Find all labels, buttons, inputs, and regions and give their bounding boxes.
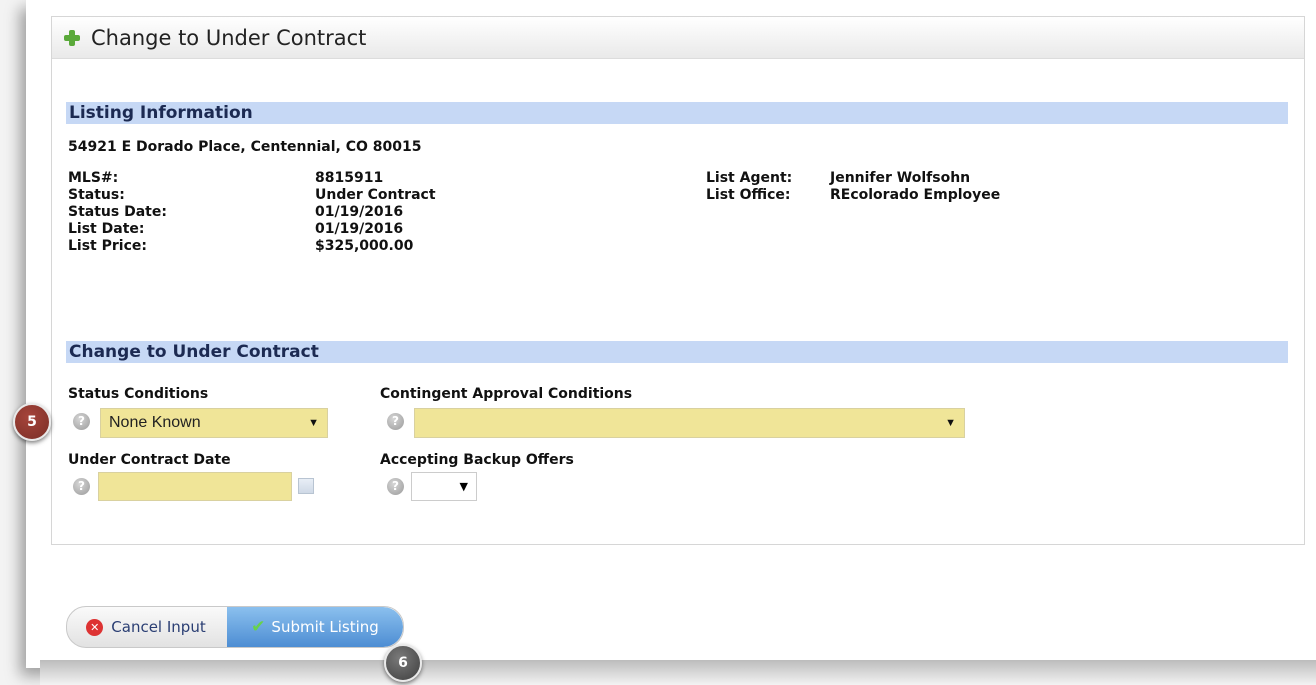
backup-offers-select[interactable]: ▼ [411,472,477,501]
listing-address: 54921 E Dorado Place, Centennial, CO 800… [68,139,422,155]
list-office-value: REcolorado Employee [830,187,1001,203]
chevron-down-icon: ▼ [459,480,468,493]
list-price-label: List Price: [68,238,147,254]
list-office-label: List Office: [706,187,791,203]
chevron-down-icon: ▼ [308,417,319,429]
list-agent-value: Jennifer Wolfsohn [830,170,971,186]
callout-5-badge: 5 [13,403,51,441]
cancel-input-label: Cancel Input [111,618,206,636]
status-conditions-help-icon[interactable]: ? [73,413,90,430]
cancel-icon: ✕ [86,618,104,636]
panel-header[interactable]: Change to Under Contract [52,17,1304,59]
list-agent-label: List Agent: [706,170,793,186]
status-label: Status: [68,187,125,203]
page-bottom-shadow [40,660,1316,685]
status-date-label: Status Date: [68,204,167,220]
backup-offers-label: Accepting Backup Offers [380,452,574,468]
status-conditions-selected: None Known [109,414,201,431]
mls-value: 8815911 [315,170,384,186]
status-conditions-label: Status Conditions [68,386,209,402]
change-section-header: Change to Under Contract [66,341,1288,363]
status-conditions-select[interactable]: None Known ▼ [100,408,328,438]
contingent-label: Contingent Approval Conditions [380,386,633,402]
status-date-value: 01/19/2016 [315,204,404,220]
cancel-input-button[interactable]: ✕ Cancel Input [67,607,225,647]
chevron-down-icon: ▼ [945,417,956,429]
list-date-value: 01/19/2016 [315,221,404,237]
under-contract-date-help-icon[interactable]: ? [73,478,90,495]
callout-6-badge: 6 [384,644,422,682]
listing-info-header: Listing Information [66,102,1288,124]
plus-icon[interactable] [61,27,83,49]
panel-title: Change to Under Contract [91,25,367,50]
action-button-group: ✕ Cancel Input ✔ Submit Listing [66,606,404,648]
contingent-help-icon[interactable]: ? [387,413,404,430]
submit-listing-button[interactable]: ✔ Submit Listing [227,607,403,647]
submit-listing-label: Submit Listing [271,618,379,636]
contingent-select[interactable]: ▼ [414,408,965,438]
mls-label: MLS#: [68,170,119,186]
under-contract-date-input[interactable] [98,472,292,501]
status-value: Under Contract [315,187,436,203]
under-contract-date-label: Under Contract Date [68,452,231,468]
backup-offers-help-icon[interactable]: ? [387,478,404,495]
calendar-icon[interactable] [298,478,314,494]
list-price-value: $325,000.00 [315,238,414,254]
change-status-panel: Change to Under Contract Listing Informa… [51,16,1305,545]
check-icon: ✔ [251,617,266,637]
list-date-label: List Date: [68,221,145,237]
